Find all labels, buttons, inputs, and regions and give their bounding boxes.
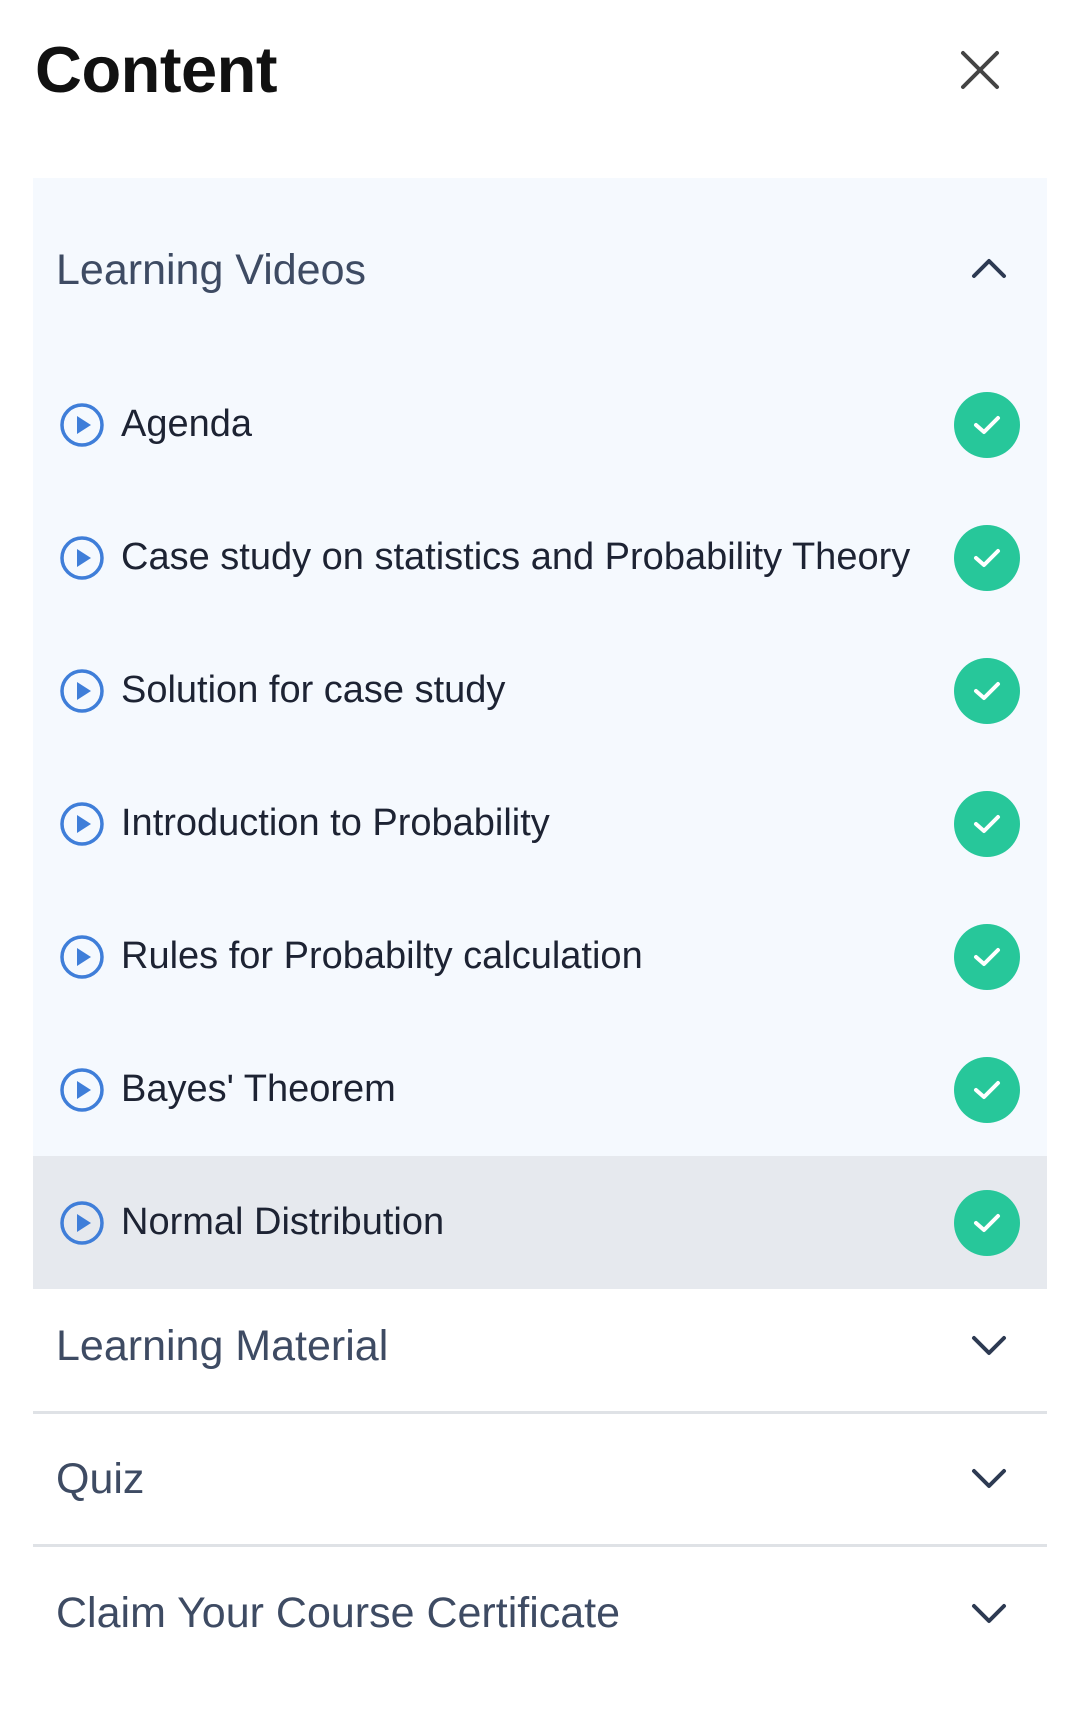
video-list-item[interactable]: Solution for case study: [33, 624, 1047, 757]
video-list-item[interactable]: Case study on statistics and Probability…: [33, 491, 1047, 624]
video-title: Rules for Probabilty calculation: [121, 935, 643, 977]
close-button[interactable]: [950, 40, 1010, 100]
completed-check-icon: [954, 524, 1020, 591]
video-title: Case study on statistics and Probability…: [121, 536, 911, 578]
play-circle-icon: [60, 934, 104, 979]
play-circle-icon: [60, 668, 104, 713]
video-list-item[interactable]: Introduction to Probability: [33, 757, 1047, 890]
video-title: Normal Distribution: [121, 1201, 445, 1243]
completed-check-icon: [954, 790, 1020, 857]
section-learning-videos: Learning Videos Agenda Case study on stat…: [33, 178, 1047, 1289]
chevron-up-icon[interactable]: [967, 246, 1011, 290]
video-title: Bayes' Theorem: [121, 1068, 396, 1110]
completed-check-icon: [954, 391, 1020, 458]
chevron-down-icon[interactable]: [967, 1592, 1011, 1636]
video-title: Introduction to Probability: [121, 802, 550, 844]
video-list: Agenda Case study on statistics and Proba…: [33, 358, 1047, 1289]
section-learning-material[interactable]: Learning Material: [33, 1281, 1047, 1414]
completed-check-icon: [954, 657, 1020, 724]
play-circle-icon: [60, 402, 104, 447]
section-title: Quiz: [56, 1454, 145, 1503]
video-list-item[interactable]: Normal Distribution: [33, 1156, 1047, 1289]
close-icon: [961, 51, 999, 89]
video-title: Agenda: [121, 403, 253, 445]
completed-check-icon: [954, 1056, 1020, 1123]
completed-check-icon: [954, 923, 1020, 990]
section-quiz[interactable]: Quiz: [33, 1414, 1047, 1547]
section-title: Learning Videos: [56, 246, 367, 294]
page-title: Content: [35, 33, 278, 106]
video-list-item[interactable]: Rules for Probabilty calculation: [33, 890, 1047, 1023]
video-list-item[interactable]: Bayes' Theorem: [33, 1023, 1047, 1156]
play-circle-icon: [60, 535, 104, 580]
section-header-learning-videos[interactable]: Learning Videos: [33, 178, 1047, 358]
chevron-down-icon[interactable]: [967, 1457, 1011, 1501]
video-list-item[interactable]: Agenda: [33, 358, 1047, 491]
play-circle-icon: [60, 1200, 104, 1245]
chevron-down-icon[interactable]: [967, 1324, 1011, 1368]
section-title: Learning Material: [56, 1321, 389, 1370]
content-header: Content: [0, 0, 1080, 178]
completed-check-icon: [954, 1189, 1020, 1256]
section-certificate[interactable]: Claim Your Course Certificate: [33, 1547, 1047, 1680]
play-circle-icon: [60, 1067, 104, 1112]
section-title: Claim Your Course Certificate: [56, 1589, 621, 1637]
video-title: Solution for case study: [121, 669, 506, 711]
play-circle-icon: [60, 801, 104, 846]
